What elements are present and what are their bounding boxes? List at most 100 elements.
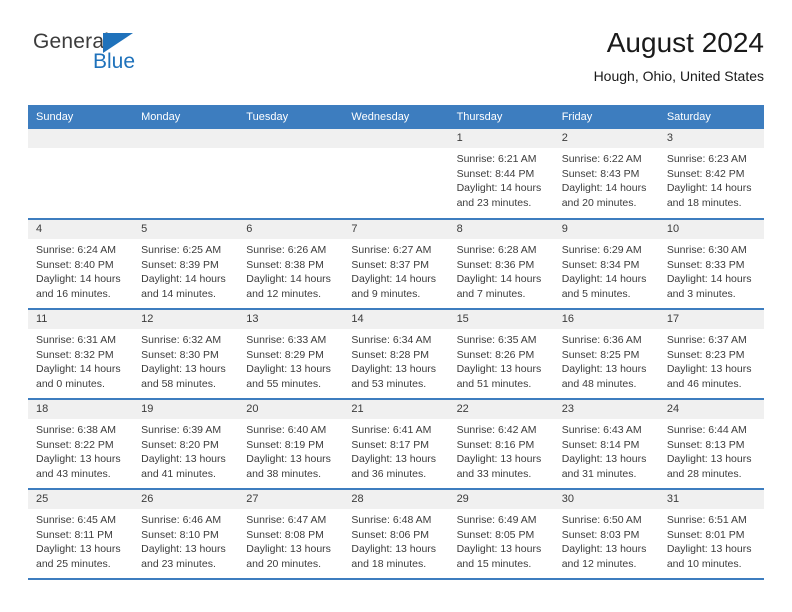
daylight-text-cont: and 23 minutes. <box>141 557 216 570</box>
day-number: 6 <box>238 220 344 239</box>
daylight-text-cont: and 16 minutes. <box>36 287 111 300</box>
sunrise-text: Sunrise: 6:29 AM <box>561 244 642 256</box>
daylight-text: Daylight: 13 hours <box>351 453 437 466</box>
calendar-day-cell[interactable]: 29 Sunrise: 6:49 AM Sunset: 8:05 PM Dayligh… <box>448 489 554 580</box>
calendar-day-cell[interactable]: 14 Sunrise: 6:34 AM Sunset: 8:28 PM Dayligh… <box>343 309 449 400</box>
day-number <box>133 129 239 148</box>
calendar-day-cell[interactable]: 13 Sunrise: 6:33 AM Sunset: 8:29 PM Dayligh… <box>238 309 344 400</box>
daylight-text-cont: and 38 minutes. <box>246 467 321 480</box>
day-details: Sunrise: 6:26 AM Sunset: 8:38 PM Daylight:… <box>238 239 343 301</box>
sunset-text: Sunset: 8:20 PM <box>141 438 219 451</box>
sunset-text: Sunset: 8:05 PM <box>456 528 535 541</box>
daylight-text: Daylight: 14 hours <box>561 182 647 195</box>
calendar-day-cell[interactable]: 4 Sunrise: 6:24 AM Sunset: 8:40 PM Daylight… <box>28 219 134 310</box>
sunrise-text: Sunrise: 6:33 AM <box>246 334 327 346</box>
calendar-header-row: Sunday Monday Tuesday Wednesday Thursday Frid… <box>28 105 764 129</box>
day-details: Sunrise: 6:44 AM Sunset: 8:13 PM Daylight:… <box>659 419 764 481</box>
general-blue-logo[interactable]: General Blue <box>33 30 173 78</box>
day-details: Sunrise: 6:35 AM Sunset: 8:26 PM Daylight:… <box>449 329 554 391</box>
sunset-text: Sunset: 8:38 PM <box>246 258 324 271</box>
sunset-text: Sunset: 8:08 PM <box>246 528 324 541</box>
weekday-header-tuesday: Tuesday <box>238 105 344 129</box>
daylight-text-cont: and 48 minutes. <box>561 377 637 390</box>
sunset-text: Sunset: 8:23 PM <box>666 348 745 361</box>
sunset-text: Sunset: 8:39 PM <box>141 258 219 271</box>
daylight-text-cont: and 18 minutes. <box>351 557 427 570</box>
calendar-day-cell[interactable]: 3 Sunrise: 6:23 AM Sunset: 8:42 PM Daylight… <box>658 129 764 220</box>
day-details: Sunrise: 6:39 AM Sunset: 8:20 PM Daylight:… <box>133 419 238 481</box>
calendar-day-cell[interactable]: 24 Sunrise: 6:44 AM Sunset: 8:13 PM Dayligh… <box>658 399 764 490</box>
day-number: 25 <box>28 490 134 509</box>
day-details: Sunrise: 6:31 AM Sunset: 8:32 PM Daylight:… <box>28 329 133 391</box>
daylight-text-cont: and 12 minutes. <box>246 287 321 300</box>
day-number <box>238 129 344 148</box>
calendar-week-row: 18 Sunrise: 6:38 AM Sunset: 8:22 PM Dayligh… <box>28 399 764 490</box>
day-details <box>343 148 448 152</box>
sunrise-text: Sunrise: 6:44 AM <box>666 424 747 436</box>
daylight-text: Daylight: 13 hours <box>36 453 121 466</box>
weekday-header-sunday: Sunday <box>28 105 134 129</box>
daylight-text-cont: and 28 minutes. <box>666 467 742 480</box>
calendar-day-cell[interactable]: 26 Sunrise: 6:46 AM Sunset: 8:10 PM Dayligh… <box>133 489 239 580</box>
logo-word-blue: Blue <box>93 50 136 73</box>
calendar-day-cell[interactable]: 17 Sunrise: 6:37 AM Sunset: 8:23 PM Dayligh… <box>658 309 764 400</box>
sunrise-text: Sunrise: 6:47 AM <box>246 514 327 526</box>
calendar-day-cell[interactable]: 10 Sunrise: 6:30 AM Sunset: 8:33 PM Dayligh… <box>658 219 764 310</box>
sunset-text: Sunset: 8:42 PM <box>666 167 745 180</box>
day-details: Sunrise: 6:36 AM Sunset: 8:25 PM Daylight:… <box>554 329 659 391</box>
daylight-text: Daylight: 13 hours <box>141 543 226 556</box>
calendar-day-cell[interactable]: 16 Sunrise: 6:36 AM Sunset: 8:25 PM Dayligh… <box>553 309 659 400</box>
daylight-text: Daylight: 14 hours <box>141 273 226 286</box>
day-details: Sunrise: 6:47 AM Sunset: 8:08 PM Daylight:… <box>238 509 343 571</box>
day-number: 17 <box>658 310 764 329</box>
day-details: Sunrise: 6:41 AM Sunset: 8:17 PM Daylight:… <box>343 419 448 481</box>
calendar-day-cell[interactable]: 25 Sunrise: 6:45 AM Sunset: 8:11 PM Dayligh… <box>28 489 134 580</box>
calendar-day-cell[interactable]: 27 Sunrise: 6:47 AM Sunset: 8:08 PM Dayligh… <box>238 489 344 580</box>
calendar-week-row: 11 Sunrise: 6:31 AM Sunset: 8:32 PM Dayligh… <box>28 309 764 400</box>
daylight-text: Daylight: 13 hours <box>141 363 226 376</box>
calendar-day-cell[interactable]: 12 Sunrise: 6:32 AM Sunset: 8:30 PM Dayligh… <box>133 309 239 400</box>
calendar-day-cell[interactable]: 7 Sunrise: 6:27 AM Sunset: 8:37 PM Daylight… <box>343 219 449 310</box>
calendar-day-cell[interactable]: 18 Sunrise: 6:38 AM Sunset: 8:22 PM Dayligh… <box>28 399 134 490</box>
day-details: Sunrise: 6:49 AM Sunset: 8:05 PM Daylight:… <box>449 509 554 571</box>
day-number: 31 <box>658 490 764 509</box>
calendar-day-cell[interactable]: 19 Sunrise: 6:39 AM Sunset: 8:20 PM Dayligh… <box>133 399 239 490</box>
sunset-text: Sunset: 8:34 PM <box>561 258 640 271</box>
day-number <box>343 129 449 148</box>
calendar-day-cell[interactable]: 23 Sunrise: 6:43 AM Sunset: 8:14 PM Dayligh… <box>553 399 659 490</box>
sunset-text: Sunset: 8:03 PM <box>561 528 640 541</box>
sunset-text: Sunset: 8:40 PM <box>36 258 114 271</box>
day-number: 20 <box>238 400 344 419</box>
day-details: Sunrise: 6:25 AM Sunset: 8:39 PM Daylight:… <box>133 239 238 301</box>
sunrise-text: Sunrise: 6:34 AM <box>351 334 432 346</box>
sunrise-text: Sunrise: 6:26 AM <box>246 244 327 256</box>
calendar-day-cell[interactable]: 11 Sunrise: 6:31 AM Sunset: 8:32 PM Dayligh… <box>28 309 134 400</box>
calendar-day-cell[interactable]: 30 Sunrise: 6:50 AM Sunset: 8:03 PM Dayligh… <box>553 489 659 580</box>
calendar-day-cell[interactable]: 2 Sunrise: 6:22 AM Sunset: 8:43 PM Daylight… <box>553 129 659 220</box>
calendar-day-cell[interactable]: 21 Sunrise: 6:41 AM Sunset: 8:17 PM Dayligh… <box>343 399 449 490</box>
daylight-text: Daylight: 14 hours <box>456 273 542 286</box>
calendar-day-cell[interactable]: 1 Sunrise: 6:21 AM Sunset: 8:44 PM Daylight… <box>448 129 554 220</box>
day-details: Sunrise: 6:45 AM Sunset: 8:11 PM Daylight:… <box>28 509 133 571</box>
calendar-day-cell[interactable]: 6 Sunrise: 6:26 AM Sunset: 8:38 PM Daylight… <box>238 219 344 310</box>
day-details: Sunrise: 6:42 AM Sunset: 8:16 PM Daylight:… <box>449 419 554 481</box>
calendar-day-cell[interactable]: 31 Sunrise: 6:51 AM Sunset: 8:01 PM Dayligh… <box>658 489 764 580</box>
daylight-text: Daylight: 14 hours <box>36 363 121 376</box>
day-number: 8 <box>448 220 554 239</box>
daylight-text-cont: and 12 minutes. <box>561 557 637 570</box>
calendar-day-cell[interactable]: 8 Sunrise: 6:28 AM Sunset: 8:36 PM Daylight… <box>448 219 554 310</box>
calendar-day-cell[interactable]: 9 Sunrise: 6:29 AM Sunset: 8:34 PM Daylight… <box>553 219 659 310</box>
sunrise-text: Sunrise: 6:27 AM <box>351 244 432 256</box>
weekday-header-monday: Monday <box>133 105 239 129</box>
daylight-text-cont: and 46 minutes. <box>666 377 742 390</box>
calendar-week-row: 4 Sunrise: 6:24 AM Sunset: 8:40 PM Daylight… <box>28 219 764 310</box>
day-number: 29 <box>448 490 554 509</box>
calendar-day-cell[interactable]: 28 Sunrise: 6:48 AM Sunset: 8:06 PM Dayligh… <box>343 489 449 580</box>
sunset-text: Sunset: 8:32 PM <box>36 348 114 361</box>
calendar-day-cell[interactable]: 15 Sunrise: 6:35 AM Sunset: 8:26 PM Dayligh… <box>448 309 554 400</box>
calendar-day-cell[interactable]: 5 Sunrise: 6:25 AM Sunset: 8:39 PM Daylight… <box>133 219 239 310</box>
sunset-text: Sunset: 8:30 PM <box>141 348 219 361</box>
calendar-day-cell[interactable]: 22 Sunrise: 6:42 AM Sunset: 8:16 PM Dayligh… <box>448 399 554 490</box>
daylight-text: Daylight: 13 hours <box>666 453 752 466</box>
calendar-day-cell[interactable]: 20 Sunrise: 6:40 AM Sunset: 8:19 PM Dayligh… <box>238 399 344 490</box>
